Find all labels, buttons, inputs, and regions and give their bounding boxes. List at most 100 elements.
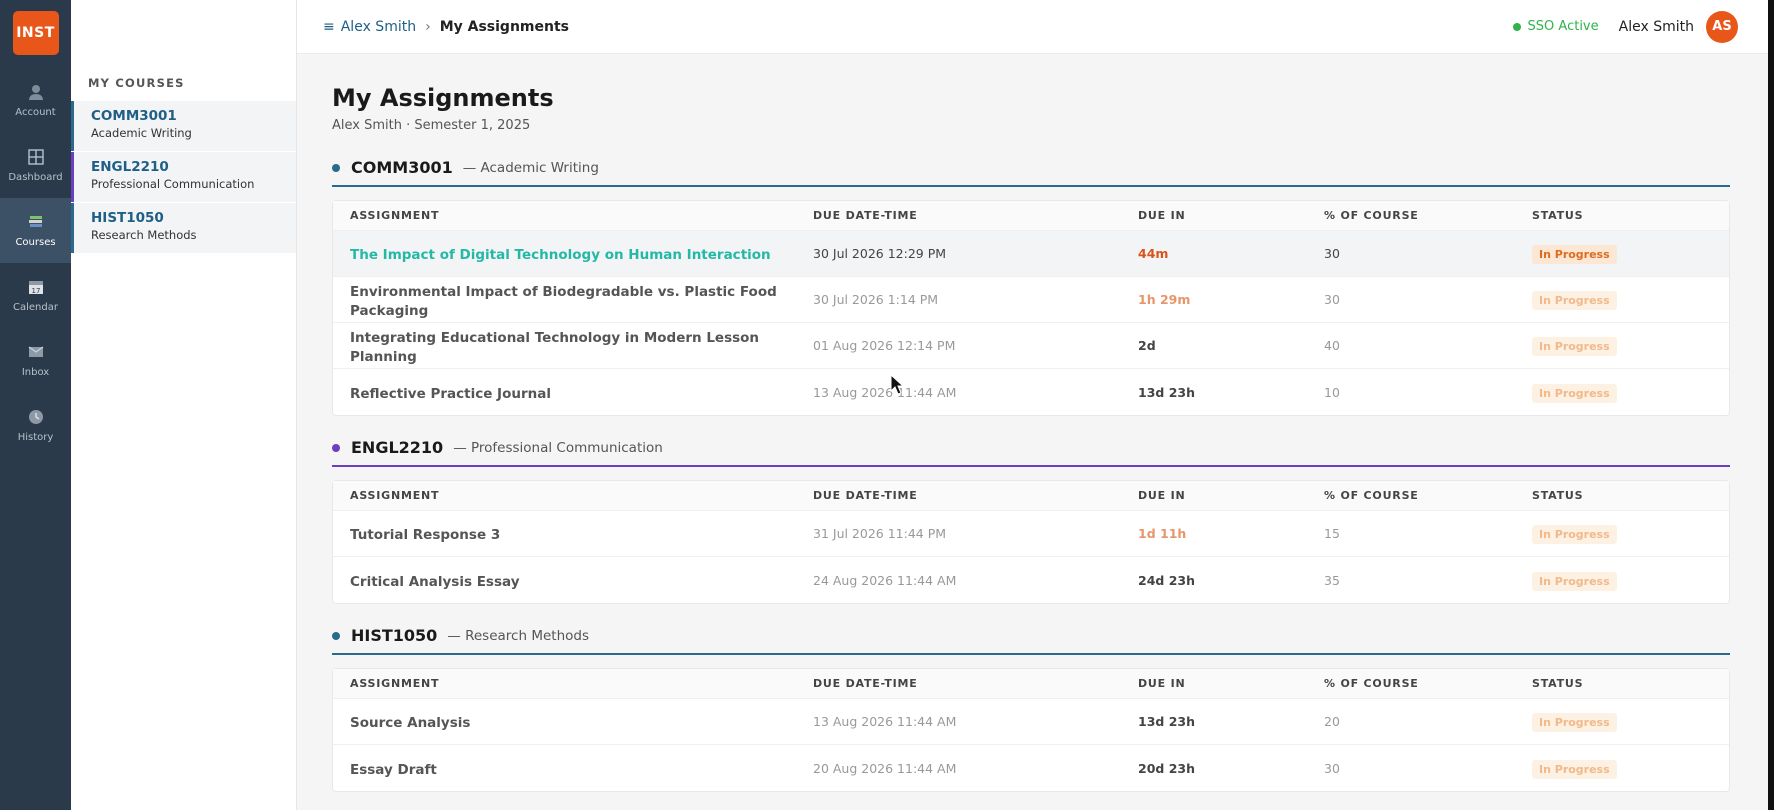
table-header-row: ASSIGNMENT DUE DATE-TIME DUE IN % OF COU… <box>333 201 1729 231</box>
calendar-icon: 17 <box>28 281 43 295</box>
section-name: — Professional Communication <box>453 439 663 456</box>
assignment-title[interactable]: Tutorial Response 3 <box>350 527 500 543</box>
assignment-title[interactable]: Environmental Impact of Biodegradable vs… <box>350 284 777 319</box>
table-row[interactable]: Source Analysis 13 Aug 2026 11:44 AM 13d… <box>333 699 1729 745</box>
nav-item-inbox[interactable]: Inbox <box>0 328 71 393</box>
assignment-title[interactable]: Source Analysis <box>350 715 470 731</box>
main-column: ≡ Alex Smith › My Assignments SSO Active… <box>297 0 1768 810</box>
due-in: 20d 23h <box>1138 760 1195 776</box>
status-badge: In Progress <box>1532 759 1617 779</box>
sidebar-course-code: HIST1050 <box>91 210 164 226</box>
breadcrumb: ≡ Alex Smith › My Assignments <box>323 19 569 35</box>
sso-status-label: SSO Active <box>1527 19 1599 34</box>
status-dot-icon <box>1512 22 1521 31</box>
percent-of-course: 40 <box>1324 338 1340 353</box>
due-in: 24d 23h <box>1138 572 1195 588</box>
assignments-table: ASSIGNMENT DUE DATE-TIME DUE IN % OF COU… <box>332 200 1730 416</box>
due-in: 1h 29m <box>1138 292 1191 307</box>
assignments-table: ASSIGNMENT DUE DATE-TIME DUE IN % OF COU… <box>332 668 1730 792</box>
page-content: My Assignments Alex Smith · Semester 1, … <box>297 54 1768 810</box>
table-row[interactable]: The Impact of Digital Technology on Huma… <box>333 231 1729 277</box>
due-in: 13d 23h <box>1138 714 1195 729</box>
status-badge: In Progress <box>1532 337 1617 356</box>
percent-of-course: 30 <box>1324 246 1340 261</box>
account-icon <box>28 85 43 100</box>
status-badge: In Progress <box>1532 245 1617 264</box>
hamburger-menu-icon[interactable]: ≡ <box>323 19 335 35</box>
topbar-right: SSO Active Alex Smith AS <box>1512 10 1738 43</box>
logo[interactable]: INST <box>12 11 59 55</box>
course-section-comm3001: COMM3001 — Academic Writing ASSIGNMENT D… <box>332 158 1730 416</box>
page-title: My Assignments <box>332 84 554 112</box>
status-badge: In Progress <box>1532 291 1617 310</box>
due-in: 2d <box>1138 338 1156 353</box>
page-subtitle: Alex Smith · Semester 1, 2025 <box>332 118 531 133</box>
user-name[interactable]: Alex Smith <box>1619 19 1694 35</box>
section-name: — Research Methods <box>447 627 589 644</box>
sidebar-course-code: COMM3001 <box>91 108 177 124</box>
col-header-due: DUE DATE-TIME <box>813 489 918 502</box>
status-badge: In Progress <box>1532 571 1617 591</box>
nav-item-dashboard[interactable]: Dashboard <box>0 133 71 198</box>
col-header-pct: % OF COURSE <box>1324 677 1419 690</box>
status-badge: In Progress <box>1532 525 1617 544</box>
col-header-assignment: ASSIGNMENT <box>350 677 440 690</box>
due-date: 31 Jul 2026 11:44 PM <box>813 526 947 541</box>
top-bar: ≡ Alex Smith › My Assignments SSO Active… <box>297 0 1768 54</box>
assignments-table: ASSIGNMENT DUE DATE-TIME DUE IN % OF COU… <box>332 480 1730 604</box>
nav-item-courses[interactable]: Courses <box>0 198 71 263</box>
due-date: 24 Aug 2026 11:44 AM <box>813 572 957 588</box>
course-sidebar: MY COURSES COMM3001 Academic Writing ENG… <box>71 0 297 810</box>
section-dot-icon <box>332 163 340 172</box>
col-header-pct: % OF COURSE <box>1324 489 1419 502</box>
avatar[interactable]: AS <box>1706 10 1738 43</box>
col-header-due-in: DUE IN <box>1138 489 1186 502</box>
assignment-title[interactable]: Reflective Practice Journal <box>350 386 551 402</box>
assignment-link[interactable]: The Impact of Digital Technology on Huma… <box>350 247 771 263</box>
col-header-assignment: ASSIGNMENT <box>350 489 440 502</box>
col-header-status: STATUS <box>1532 677 1584 690</box>
dashboard-icon <box>27 149 44 165</box>
section-dot-icon <box>332 631 340 640</box>
assignment-title[interactable]: Critical Analysis Essay <box>350 574 520 590</box>
status-badge: In Progress <box>1532 383 1617 403</box>
sidebar-course-name: Academic Writing <box>91 126 192 140</box>
assignment-title[interactable]: Essay Draft <box>350 762 437 778</box>
nav-item-account[interactable]: Account <box>0 68 71 133</box>
nav-label-calendar: Calendar <box>13 302 58 313</box>
percent-of-course: 10 <box>1324 384 1340 400</box>
table-row[interactable]: Tutorial Response 3 31 Jul 2026 11:44 PM… <box>333 511 1729 557</box>
global-nav: INST Account Dashboard Courses 17 Calend… <box>0 0 71 810</box>
sidebar-item-hist1050[interactable]: HIST1050 Research Methods <box>71 203 296 253</box>
nav-label-account: Account <box>15 107 56 118</box>
table-header-row: ASSIGNMENT DUE DATE-TIME DUE IN % OF COU… <box>333 669 1729 699</box>
assignment-title[interactable]: Integrating Educational Technology in Mo… <box>350 330 759 365</box>
due-in: 44m <box>1138 246 1169 261</box>
nav-item-calendar[interactable]: 17 Calendar <box>0 263 71 328</box>
col-header-due: DUE DATE-TIME <box>813 677 918 690</box>
sidebar-item-comm3001[interactable]: COMM3001 Academic Writing <box>71 101 296 151</box>
percent-of-course: 20 <box>1324 714 1340 729</box>
table-row[interactable]: Reflective Practice Journal 13 Aug 2026 … <box>333 369 1729 415</box>
table-row[interactable]: Essay Draft 20 Aug 2026 11:44 AM 20d 23h… <box>333 745 1729 791</box>
section-header: ENGL2210 — Professional Communication <box>332 438 1730 467</box>
section-header: HIST1050 — Research Methods <box>332 626 1730 655</box>
nav-item-history[interactable]: History <box>0 393 71 458</box>
app-window: INST Account Dashboard Courses 17 Calend… <box>0 0 1768 810</box>
table-row[interactable]: Environmental Impact of Biodegradable vs… <box>333 277 1729 323</box>
col-header-status: STATUS <box>1532 209 1584 222</box>
breadcrumb-parent[interactable]: Alex Smith <box>341 19 416 35</box>
breadcrumb-current: My Assignments <box>439 18 569 35</box>
calendar-day: 17 <box>31 287 40 295</box>
window-edge <box>1768 0 1774 810</box>
course-section-engl2210: ENGL2210 — Professional Communication AS… <box>332 438 1730 604</box>
section-header: COMM3001 — Academic Writing <box>332 158 1730 187</box>
due-date: 20 Aug 2026 11:44 AM <box>813 760 957 776</box>
table-row[interactable]: Integrating Educational Technology in Mo… <box>333 323 1729 369</box>
sidebar-item-engl2210[interactable]: ENGL2210 Professional Communication <box>71 152 296 202</box>
col-header-assignment: ASSIGNMENT <box>350 209 440 222</box>
due-in: 1d 11h <box>1138 526 1187 541</box>
table-row[interactable]: Critical Analysis Essay 24 Aug 2026 11:4… <box>333 557 1729 603</box>
history-icon <box>28 410 43 424</box>
course-section-hist1050: HIST1050 — Research Methods ASSIGNMENT D… <box>332 626 1730 792</box>
